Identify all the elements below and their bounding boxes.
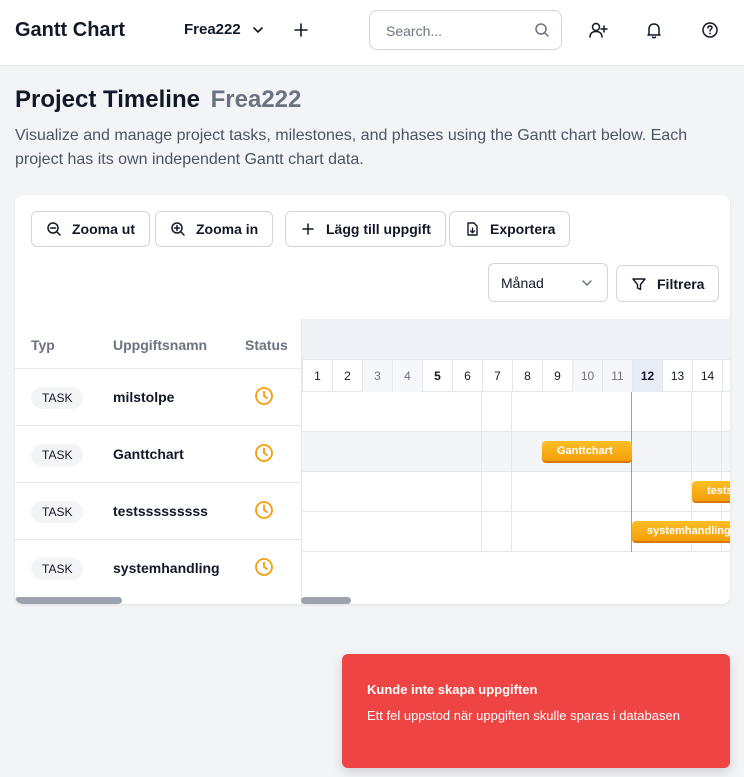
gantt-bar[interactable]: Ganttchart [542, 441, 632, 463]
chevron-down-icon [252, 26, 263, 33]
search-icon[interactable] [534, 22, 550, 38]
toast-title: Kunde inte skapa uppgiften [367, 682, 538, 697]
grid-line [481, 392, 482, 552]
day-cell: 6 [452, 360, 482, 392]
search-input[interactable] [386, 21, 526, 41]
chevron-down-icon [582, 280, 592, 286]
day-cell [722, 360, 730, 392]
task-name: milstolpe [113, 389, 175, 405]
view-mode-value: Månad [501, 275, 544, 291]
type-badge: TASK [31, 444, 84, 466]
task-list-header: Typ Uppgiftsnamn Status [15, 319, 301, 369]
timeline-row [302, 392, 730, 432]
day-cell: 10 [572, 360, 602, 392]
type-badge: TASK [31, 501, 84, 523]
add-task-button[interactable]: Lägg till uppgift [285, 211, 446, 247]
zoom-in-icon [171, 222, 185, 236]
clock-icon [255, 444, 273, 462]
gantt-bar[interactable]: systemhandling [632, 521, 730, 543]
column-header-status: Status [245, 337, 288, 353]
day-cell: 2 [332, 360, 362, 392]
day-cell: 13 [662, 360, 692, 392]
day-cell-today: 12 [632, 360, 662, 392]
day-cell: 9 [542, 360, 572, 392]
grid-line [511, 392, 512, 552]
export-button[interactable]: Exportera [449, 211, 571, 247]
day-cell: 1 [302, 360, 332, 392]
error-toast[interactable]: Kunde inte skapa uppgiften Ett fel uppst… [342, 654, 730, 768]
task-name: testsssssssss [113, 503, 208, 519]
column-header-name: Uppgiftsnamn [113, 337, 208, 353]
gantt-bar[interactable]: testsssssssss [692, 481, 730, 503]
page-title: Project Timeline Frea222 [15, 86, 301, 114]
day-cell: 7 [482, 360, 512, 392]
table-row[interactable]: TASK systemhandling [15, 540, 301, 597]
timeline-row [302, 432, 730, 472]
filter-label: Filtrera [657, 275, 705, 292]
table-row[interactable]: TASK testsssssssss [15, 483, 301, 540]
clock-icon [255, 558, 273, 576]
zoom-out-label: Zooma ut [72, 221, 135, 237]
export-label: Exportera [490, 221, 556, 237]
type-badge: TASK [31, 387, 84, 409]
project-selector[interactable]: Frea222 [184, 21, 265, 38]
timeline-scrollbar[interactable] [301, 597, 351, 604]
day-cell: 4 [392, 360, 422, 392]
task-list: Typ Uppgiftsnamn Status TASK milstolpe T… [15, 319, 301, 604]
timeline-days: 1 2 3 4 5 6 7 8 9 10 11 12 13 14 [302, 359, 730, 392]
day-cell: 8 [512, 360, 542, 392]
filter-icon [632, 277, 646, 290]
top-bar: Gantt Chart Frea222 [0, 0, 744, 66]
page-title-project: Frea222 [210, 86, 302, 113]
day-cell: 5 [422, 360, 452, 392]
task-name: Ganttchart [113, 446, 184, 462]
zoom-in-button[interactable]: Zooma in [155, 211, 274, 247]
project-selector-label: Frea222 [184, 21, 241, 38]
plus-icon [302, 223, 314, 235]
task-list-scrollbar[interactable] [15, 597, 122, 604]
help-icon[interactable] [699, 19, 721, 41]
clock-icon [255, 501, 273, 519]
toast-message: Ett fel uppstod när uppgiften skulle spa… [367, 708, 680, 723]
user-plus-icon[interactable] [587, 19, 609, 41]
filter-button[interactable]: Filtrera [616, 265, 720, 302]
page-title-text: Project Timeline [15, 86, 200, 113]
timeline-header [302, 319, 730, 359]
task-name: systemhandling [113, 560, 220, 576]
plus-icon[interactable] [290, 19, 312, 41]
zoom-in-label: Zooma in [196, 221, 259, 237]
timeline-row [302, 472, 730, 512]
day-cell: 11 [602, 360, 632, 392]
day-cell: 14 [692, 360, 722, 392]
gantt-timeline: 1 2 3 4 5 6 7 8 9 10 11 12 13 14 Ganttch… [301, 319, 730, 604]
clock-icon [255, 387, 273, 405]
view-mode-select[interactable]: Månad [488, 263, 608, 302]
gantt-card: Zooma ut Zooma in Lägg till uppgift Expo… [15, 195, 730, 604]
zoom-out-icon [47, 222, 61, 236]
app-title: Gantt Chart [15, 19, 125, 41]
search-box [369, 10, 562, 50]
page-description: Visualize and manage project tasks, mile… [15, 127, 688, 168]
column-header-type: Typ [31, 337, 55, 353]
type-badge: TASK [31, 558, 84, 580]
zoom-out-button[interactable]: Zooma ut [31, 211, 150, 247]
table-row[interactable]: TASK milstolpe [15, 369, 301, 426]
add-task-label: Lägg till uppgift [326, 221, 431, 237]
file-download-icon [467, 222, 478, 236]
table-row[interactable]: TASK Ganttchart [15, 426, 301, 483]
day-cell: 3 [362, 360, 392, 392]
bell-icon[interactable] [643, 19, 665, 41]
